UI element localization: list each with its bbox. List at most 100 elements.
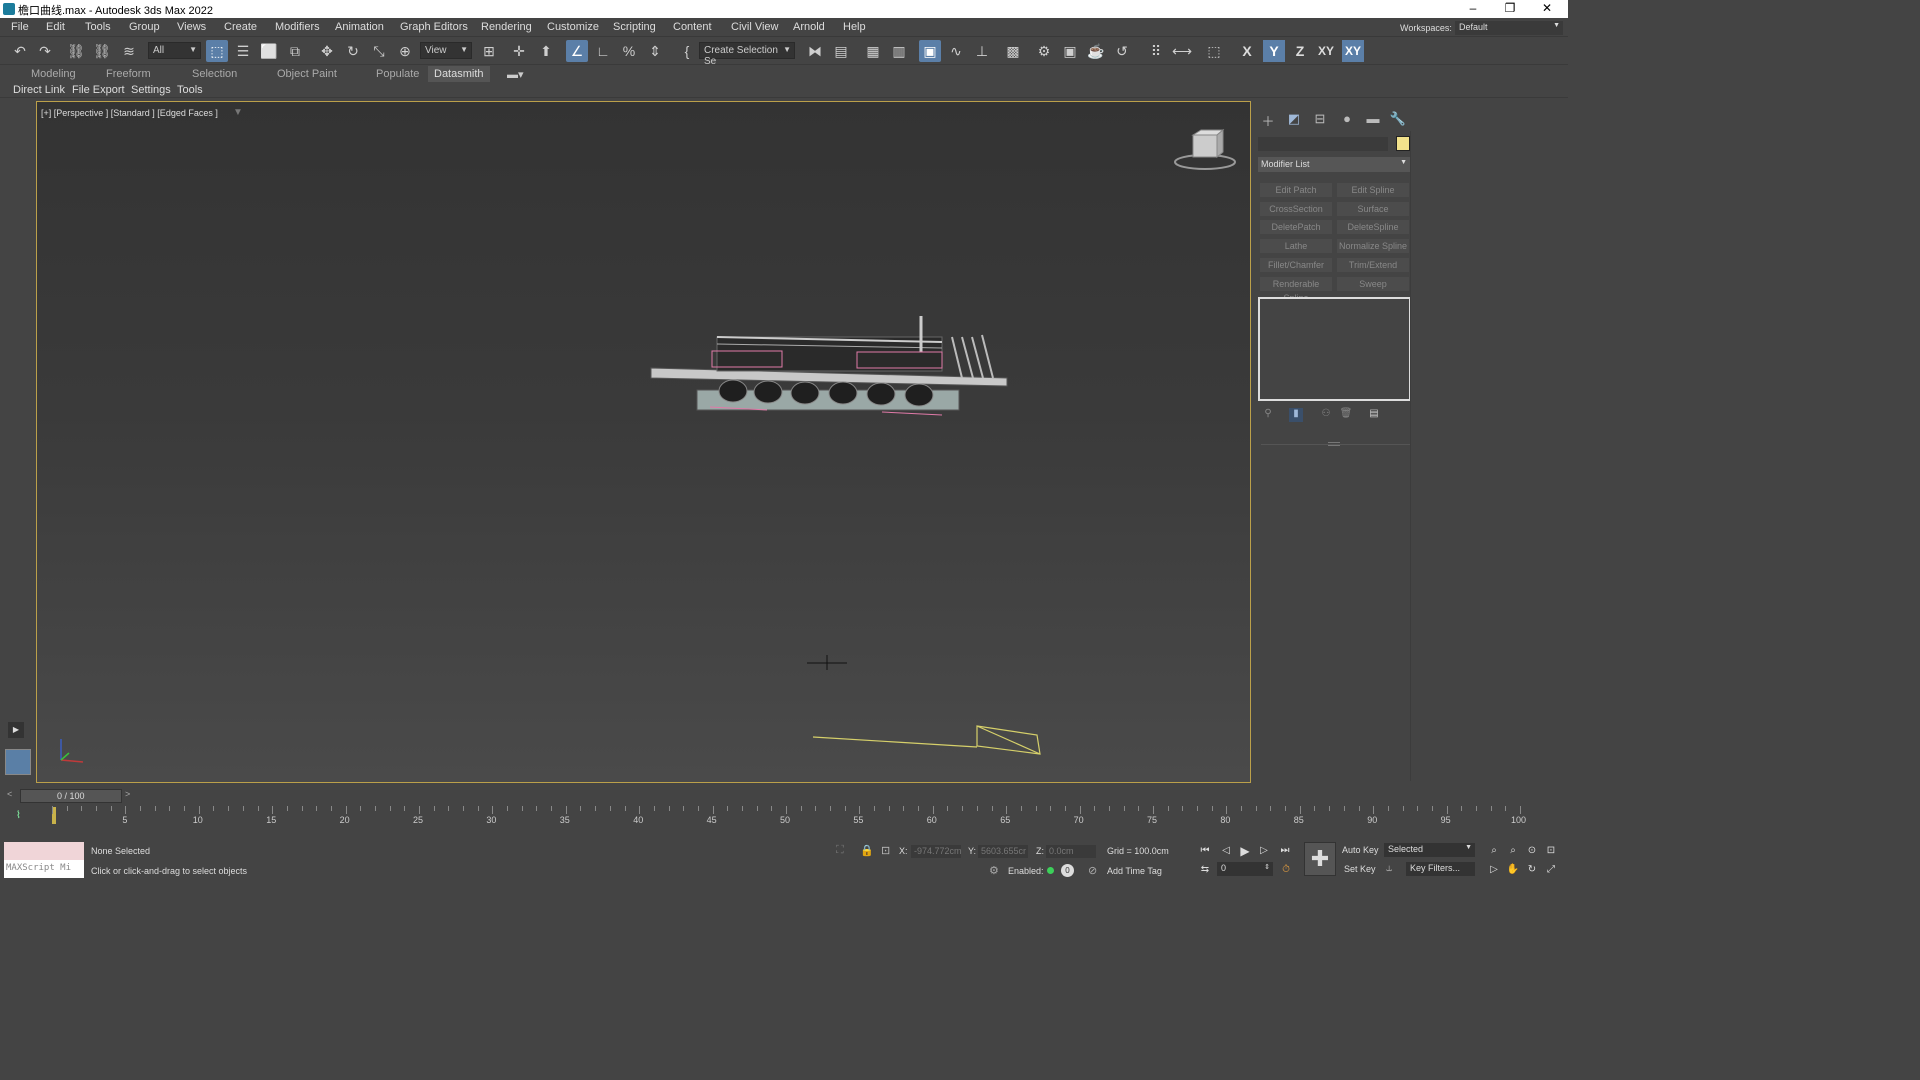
- rotate-icon[interactable]: ↻: [342, 40, 364, 62]
- scene-explorer-icon[interactable]: ▦: [862, 40, 884, 62]
- prev-frame-arrow[interactable]: <: [7, 789, 12, 799]
- schematic-view-icon[interactable]: ⊥: [971, 40, 993, 62]
- menu-views[interactable]: Views: [177, 21, 206, 33]
- axis-y-button[interactable]: Y: [1263, 40, 1285, 62]
- pin-stack-icon[interactable]: ⚲: [1261, 408, 1275, 422]
- axis-xy-cycle-button[interactable]: XY: [1342, 40, 1364, 62]
- curve-editor-toggle-icon[interactable]: ⌇: [16, 810, 21, 821]
- rectangular-selection-icon[interactable]: ⬜: [258, 40, 280, 62]
- menu-animation[interactable]: Animation: [335, 21, 384, 33]
- material-editor-icon[interactable]: ▩: [1002, 40, 1024, 62]
- named-selection-set-dropdown[interactable]: Create Selection Se ▼: [699, 42, 795, 67]
- spinner-snap-icon[interactable]: ⇕: [644, 40, 666, 62]
- panel-scroll-track[interactable]: [1410, 131, 1411, 781]
- tab-selection[interactable]: Selection: [192, 68, 237, 80]
- go-to-start-icon[interactable]: ⏮: [1197, 843, 1213, 859]
- select-object-icon[interactable]: ⬚: [206, 40, 228, 62]
- go-to-end-icon[interactable]: ⏭: [1277, 843, 1293, 859]
- rendered-frame-window-icon[interactable]: ▣: [1059, 40, 1081, 62]
- tools-button[interactable]: Tools: [177, 84, 203, 96]
- menu-tools[interactable]: Tools: [85, 21, 111, 33]
- select-by-name-icon[interactable]: ☰: [232, 40, 254, 62]
- play-icon[interactable]: ▶: [1237, 843, 1253, 859]
- x-coordinate-field[interactable]: -974.772cm: [911, 845, 962, 858]
- render-setup-icon[interactable]: ⚙: [1033, 40, 1055, 62]
- tab-modeling[interactable]: Modeling: [31, 68, 76, 80]
- keyboard-shortcut-icon[interactable]: ⬆: [535, 40, 557, 62]
- menu-civil-view[interactable]: Civil View: [731, 21, 778, 33]
- expand-layout-icon[interactable]: ▶: [8, 722, 24, 738]
- grid-snap-icon[interactable]: ⠿: [1145, 40, 1167, 62]
- select-manipulate-icon[interactable]: ✛: [508, 40, 530, 62]
- add-time-tag[interactable]: Add Time Tag: [1107, 866, 1162, 876]
- display-tab-icon[interactable]: ▬: [1363, 111, 1383, 129]
- viewport-layout-thumbnail[interactable]: [5, 749, 31, 775]
- make-unique-icon[interactable]: ⚇: [1319, 408, 1333, 422]
- time-slider[interactable]: 0 / 100: [20, 789, 122, 803]
- remove-modifier-icon[interactable]: 🗑: [1339, 408, 1353, 422]
- fillet-chamfer-button[interactable]: Fillet/Chamfer: [1260, 258, 1332, 272]
- redo-icon[interactable]: ↷: [34, 40, 56, 62]
- lathe-button[interactable]: Lathe: [1260, 239, 1332, 253]
- current-frame-input[interactable]: 0 ⇕: [1217, 862, 1273, 876]
- field-of-view-icon[interactable]: ▷: [1486, 862, 1502, 878]
- modify-tab-icon[interactable]: ◩: [1284, 111, 1304, 129]
- motion-tab-icon[interactable]: ●: [1337, 111, 1357, 129]
- bind-space-warp-icon[interactable]: ≋: [118, 40, 140, 62]
- eave-model[interactable]: [650, 316, 1008, 416]
- perspective-viewport[interactable]: [+] [Perspective ] [Standard ] [Edged Fa…: [36, 101, 1251, 783]
- add-time-tag-icon[interactable]: ⊘: [1088, 864, 1097, 877]
- trim-extend-button[interactable]: Trim/Extend: [1337, 258, 1409, 272]
- axis-xy-button[interactable]: XY: [1315, 40, 1337, 62]
- panel-resize-handle[interactable]: [1328, 442, 1340, 446]
- crosssection-button[interactable]: CrossSection: [1260, 202, 1332, 216]
- menu-create[interactable]: Create: [224, 21, 257, 33]
- time-configuration-icon[interactable]: ⏱: [1278, 862, 1294, 878]
- key-filters-button[interactable]: Key Filters...: [1406, 862, 1475, 876]
- configure-modifier-sets-icon[interactable]: ▤: [1367, 408, 1381, 422]
- measure-icon[interactable]: ⟷: [1171, 40, 1193, 62]
- menu-modifiers[interactable]: Modifiers: [275, 21, 320, 33]
- maxscript-output[interactable]: [4, 842, 84, 860]
- menu-help[interactable]: Help: [843, 21, 866, 33]
- file-export-button[interactable]: File Export: [72, 84, 125, 96]
- auto-key-button[interactable]: Auto Key: [1342, 845, 1379, 855]
- create-tab-icon[interactable]: ＋: [1258, 111, 1278, 129]
- menu-edit[interactable]: Edit: [46, 21, 65, 33]
- mirror-icon[interactable]: ⧓: [804, 40, 826, 62]
- direct-link-button[interactable]: Direct Link: [13, 84, 65, 96]
- move-icon[interactable]: ✥: [316, 40, 338, 62]
- tab-populate[interactable]: Populate: [376, 68, 419, 80]
- menu-rendering[interactable]: Rendering: [481, 21, 532, 33]
- utilities-tab-icon[interactable]: 🔧: [1388, 111, 1408, 129]
- isolate-selection-icon[interactable]: ⛶: [836, 844, 844, 857]
- zoom-extents-icon[interactable]: ⊙: [1524, 843, 1540, 859]
- pivot-center-icon[interactable]: ⊞: [478, 40, 500, 62]
- selection-lock-icon[interactable]: 🔒: [860, 844, 874, 857]
- restore-button[interactable]: ❐: [1495, 1, 1525, 17]
- axis-x-button[interactable]: X: [1236, 40, 1258, 62]
- z-coordinate-field[interactable]: 0.0cm: [1046, 845, 1096, 858]
- percent-snap-icon[interactable]: %: [618, 40, 640, 62]
- unlink-icon[interactable]: ⛓: [91, 40, 113, 62]
- tab-freeform[interactable]: Freeform: [106, 68, 151, 80]
- sweep-button[interactable]: Sweep: [1337, 277, 1409, 291]
- surface-button[interactable]: Surface: [1337, 202, 1409, 216]
- menu-scripting[interactable]: Scripting: [613, 21, 656, 33]
- next-frame-arrow[interactable]: >: [125, 789, 130, 799]
- selection-region-icon[interactable]: ⬚: [1203, 40, 1225, 62]
- render-production-icon[interactable]: ☕: [1085, 40, 1107, 62]
- timeline-ruler[interactable]: 5 10 15 20 25 30 35 40 45 50 55 60 65 70 75 80 85 90 95 100: [52, 806, 1528, 828]
- object-name-field[interactable]: [1258, 137, 1388, 151]
- curve-editor-icon[interactable]: ∿: [945, 40, 967, 62]
- scale-icon[interactable]: ⤡: [368, 40, 390, 62]
- pan-view-icon[interactable]: ✋: [1505, 862, 1521, 878]
- window-crossing-icon[interactable]: ⧉: [284, 40, 306, 62]
- modifier-stack[interactable]: [1258, 297, 1411, 401]
- next-frame-icon[interactable]: ▷: [1256, 843, 1272, 859]
- layer-explorer-icon[interactable]: ▥: [888, 40, 910, 62]
- deletepatch-button[interactable]: DeletePatch: [1260, 220, 1332, 234]
- menu-customize[interactable]: Customize: [547, 21, 599, 33]
- tab-datasmith[interactable]: Datasmith: [428, 66, 490, 82]
- axis-z-button[interactable]: Z: [1289, 40, 1311, 62]
